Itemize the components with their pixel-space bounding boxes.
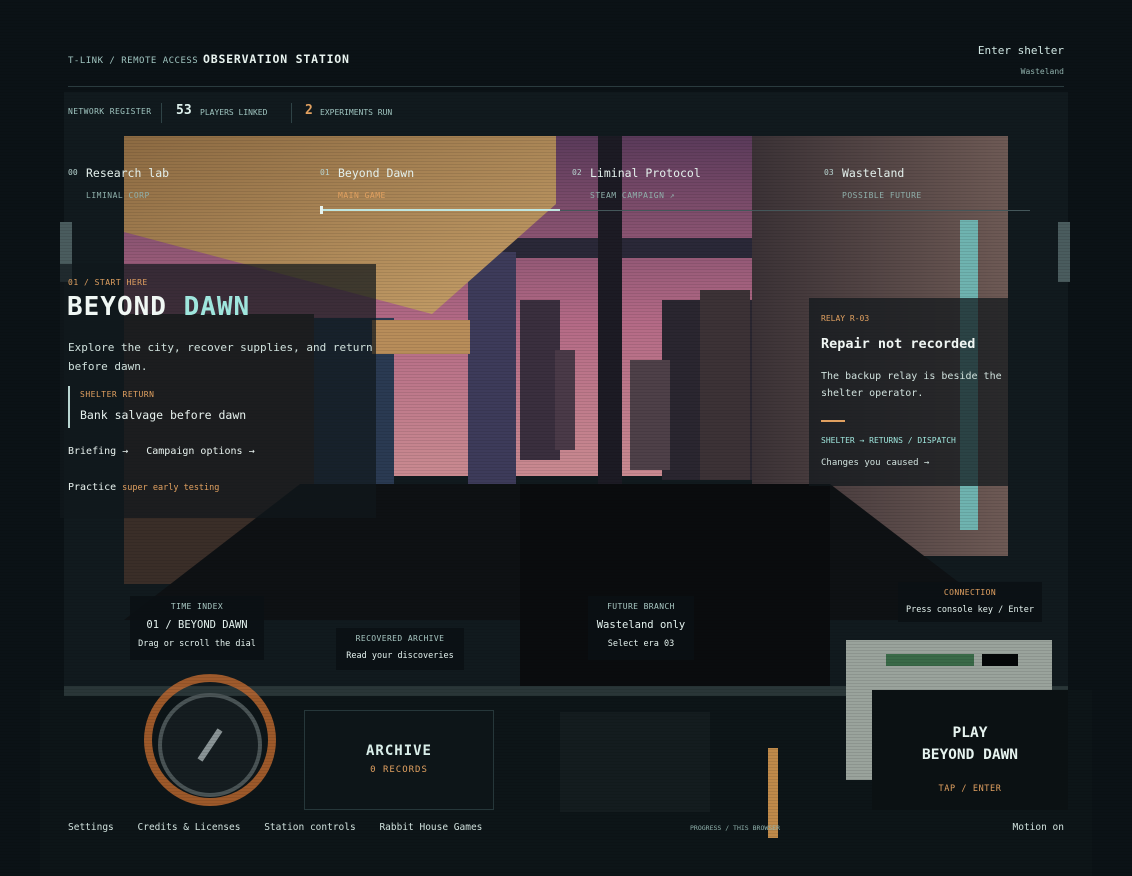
time-index-value: 01 / BEYOND DAWN	[146, 619, 248, 631]
changes-link[interactable]: Changes you caused →	[821, 458, 929, 468]
register-label: NETWORK REGISTER	[68, 107, 152, 116]
future-branch-hint: Select era 03	[607, 639, 675, 649]
era-subtitle: STEAM CAMPAIGN ↗	[590, 191, 676, 200]
future-branch-card[interactable]: FUTURE BRANCH Wasteland only Select era …	[588, 596, 694, 660]
era-progress-marker[interactable]	[320, 206, 323, 214]
play-label: PLAY	[952, 725, 988, 741]
shelter-return-value: Bank salvage before dawn	[80, 408, 247, 422]
hero-panel: 01 / START HERE BEYOND DAWN Explore the …	[60, 264, 376, 518]
experiments-label: EXPERIMENTS RUN	[320, 108, 393, 117]
hero-title: BEYOND DAWN	[67, 292, 250, 322]
era-index: 02	[572, 168, 582, 177]
relay-kicker: RELAY R-03	[821, 314, 870, 323]
era-subtitle: LIMINAL CORP	[86, 191, 150, 200]
experiments-count: 2	[305, 103, 313, 118]
relay-panel: RELAY R-03 Repair not recorded The backu…	[809, 298, 1009, 486]
practice-label: Practice	[68, 482, 117, 493]
relay-headline: Repair not recorded	[821, 336, 976, 352]
practice-tag: super early testing	[122, 483, 220, 493]
archive-label: ARCHIVE	[365, 743, 432, 759]
shelter-return-label: SHELTER RETURN	[80, 390, 155, 399]
footer: Settings Credits & Licenses Station cont…	[68, 822, 1064, 840]
credits-link[interactable]: Credits & Licenses	[138, 822, 241, 833]
era-name: Liminal Protocol	[590, 166, 701, 180]
era-tab-wasteland[interactable]: 03 Wasteland POSSIBLE FUTURE	[824, 166, 1059, 206]
network-register: NETWORK REGISTER 53 PLAYERS LINKED 2 EXP…	[68, 103, 468, 123]
header-divider	[68, 86, 1064, 87]
briefing-link[interactable]: Briefing →	[68, 446, 128, 457]
archive-button[interactable]: ARCHIVE 0 RECORDS	[304, 710, 494, 810]
footer-nav: Settings Credits & Licenses Station cont…	[68, 822, 1064, 833]
relay-route: SHELTER → RETURNS / DISPATCH	[821, 436, 956, 445]
era-name: Research lab	[86, 166, 170, 180]
archive-count: 0 RECORDS	[370, 765, 428, 775]
recovered-archive-title: RECOVERED ARCHIVE	[355, 634, 445, 643]
register-divider	[161, 103, 162, 123]
time-index-title: TIME INDEX	[170, 602, 224, 611]
era-progress-bar	[320, 209, 560, 211]
era-tab-research-lab[interactable]: 00 Research lab LIMINAL CORP	[68, 166, 303, 206]
era-tab-beyond-dawn[interactable]: 01 Beyond Dawn MAIN GAME	[320, 166, 555, 206]
hero-title-accent: DAWN	[183, 292, 251, 322]
practice-link[interactable]: Practice super early testing	[68, 482, 219, 493]
settings-link[interactable]: Settings	[68, 822, 114, 833]
era-name: Wasteland	[842, 166, 905, 180]
top-bar: T-LINK / REMOTE ACCESS OBSERVATION STATI…	[68, 44, 1064, 82]
era-index: 00	[68, 168, 78, 177]
enter-shelter-subtitle: Wasteland	[1020, 67, 1064, 76]
campaign-options-link[interactable]: Campaign options →	[146, 446, 254, 457]
play-hint: TAP / ENTER	[938, 784, 1002, 794]
time-index-hint: Drag or scroll the dial	[138, 639, 256, 649]
time-index-card[interactable]: TIME INDEX 01 / BEYOND DAWN Drag or scro…	[130, 596, 264, 660]
progress-note: PROGRESS / THIS BROWSER	[690, 824, 781, 832]
hero-description: Explore the city, recover supplies, and …	[68, 341, 373, 373]
future-branch-value: Wasteland only	[596, 619, 686, 631]
connection-hint: Press console key / Enter	[906, 605, 1034, 615]
hero-links: Briefing → Campaign options →	[68, 446, 267, 457]
register-divider	[291, 103, 292, 123]
era-subtitle: POSSIBLE FUTURE	[842, 191, 922, 200]
era-index: 03	[824, 168, 834, 177]
recovered-archive-card[interactable]: RECOVERED ARCHIVE Read your discoveries	[336, 628, 464, 670]
enter-shelter-link[interactable]: Enter shelter	[978, 44, 1064, 57]
era-index: 01	[320, 168, 330, 177]
hero-kicker: 01 / START HERE	[68, 278, 148, 287]
play-button[interactable]: PLAY BEYOND DAWN TAP / ENTER	[872, 690, 1068, 810]
page-title: OBSERVATION STATION	[203, 52, 350, 66]
players-label: PLAYERS LINKED	[200, 108, 268, 117]
era-tab-liminal-protocol[interactable]: 02 Liminal Protocol STEAM CAMPAIGN ↗	[572, 166, 807, 206]
era-subtitle: MAIN GAME	[338, 191, 386, 200]
play-subtitle: BEYOND DAWN	[921, 747, 1019, 763]
breadcrumb: T-LINK / REMOTE ACCESS	[68, 56, 199, 66]
recovered-archive-hint: Read your discoveries	[346, 651, 454, 661]
future-branch-title: FUTURE BRANCH	[607, 602, 675, 611]
players-count: 53	[176, 103, 192, 118]
connection-card: CONNECTION Press console key / Enter	[898, 582, 1042, 622]
hero-title-part: BEYOND	[67, 292, 184, 322]
motion-toggle[interactable]: Motion on	[1013, 822, 1064, 833]
station-controls-link[interactable]: Station controls	[264, 822, 356, 833]
shelter-return-card: SHELTER RETURN Bank salvage before dawn	[68, 386, 348, 428]
studio-link[interactable]: Rabbit House Games	[379, 822, 482, 833]
relay-divider	[821, 420, 845, 422]
connection-title: CONNECTION	[943, 588, 997, 597]
relay-body: The backup relay is beside the shelter o…	[821, 371, 1002, 399]
era-name: Beyond Dawn	[338, 166, 415, 180]
era-progress-track	[560, 210, 1030, 211]
